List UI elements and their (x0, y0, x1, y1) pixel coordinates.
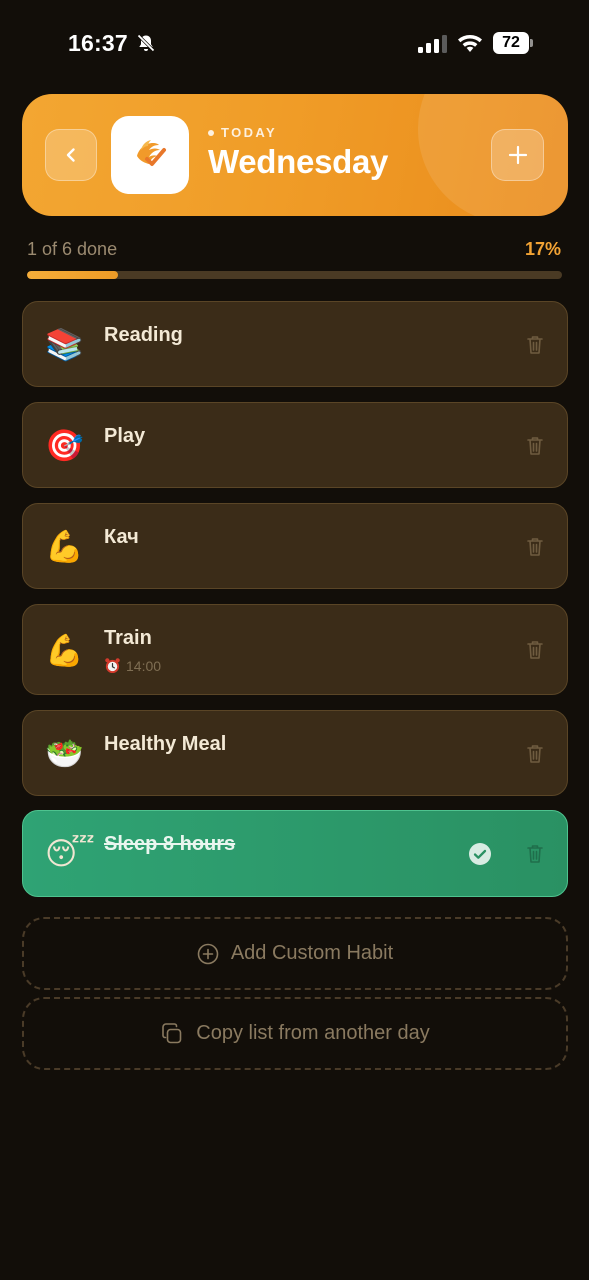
today-label: TODAY (221, 125, 278, 140)
habit-reminder: 14:00 (104, 657, 161, 674)
progress-bar (27, 271, 562, 279)
day-header-card: TODAY Wednesday (22, 94, 568, 216)
add-custom-habit-label: Add Custom Habit (230, 942, 394, 964)
habit-name: Healthy Meal (104, 733, 227, 755)
habit-name: Sleep 8 hours (104, 833, 236, 855)
habit-reminder-time: 14:00 (126, 657, 162, 674)
battery-icon: 72 (493, 32, 533, 54)
battery-level: 72 (493, 32, 529, 54)
bell-slash-icon (137, 34, 155, 52)
habit-card[interactable]: 🎯 Play (22, 402, 568, 488)
habit-card[interactable]: 💪 Train 14:00 (22, 604, 568, 695)
copy-list-label: Copy list from another day (196, 1022, 430, 1044)
today-dot (208, 129, 214, 136)
cellular-signal-icon (418, 35, 447, 53)
add-custom-habit-button[interactable]: Add Custom Habit (22, 917, 568, 990)
habit-card[interactable]: 📚 Reading (22, 301, 568, 387)
app-logo (111, 116, 189, 194)
status-time: 16:37 (68, 30, 128, 56)
copy-list-button[interactable]: Copy list from another day (22, 997, 568, 1070)
trash-icon[interactable] (525, 435, 545, 457)
trash-icon[interactable] (525, 639, 545, 661)
battery-cap (530, 39, 533, 47)
salad-icon: 🥗 (45, 736, 84, 772)
check-circle-icon[interactable] (468, 842, 492, 866)
status-bar: 16:37 72 (0, 0, 589, 86)
plus-icon (508, 145, 527, 165)
trash-icon[interactable] (525, 743, 545, 765)
app-logo-icon (137, 140, 166, 166)
alarm-clock-icon (105, 658, 120, 674)
habit-card-completed[interactable]: 😴 Sleep 8 hours (22, 810, 568, 897)
habit-card[interactable]: 🥗 Healthy Meal (22, 710, 568, 796)
add-habit-button[interactable] (491, 129, 544, 181)
habit-name: Кач (104, 526, 139, 548)
books-icon: 📚 (45, 327, 84, 363)
sleeping-face-icon: 😴 (45, 836, 95, 872)
habit-card[interactable]: 💪 Кач (22, 503, 568, 589)
progress-text: 1 of 6 done (27, 239, 118, 259)
flexed-biceps-icon: 💪 (45, 529, 84, 565)
day-title: Wednesday (208, 143, 389, 180)
flexed-biceps-icon: 💪 (45, 633, 84, 669)
previous-day-button[interactable] (45, 129, 97, 181)
target-icon: 🎯 (45, 428, 84, 464)
habit-name: Reading (104, 324, 183, 346)
progress-bar-fill (27, 271, 118, 279)
today-indicator: TODAY (208, 125, 277, 140)
progress-percent: 17% (524, 239, 561, 259)
habit-name: Train (104, 627, 152, 649)
copy-icon (162, 1022, 182, 1043)
chevron-left-icon (66, 148, 75, 162)
habit-name: Play (104, 425, 146, 447)
plus-circle-icon (197, 943, 219, 964)
wifi-icon (458, 35, 482, 52)
trash-icon[interactable] (525, 843, 545, 865)
trash-icon[interactable] (525, 536, 545, 558)
trash-icon[interactable] (525, 334, 545, 356)
